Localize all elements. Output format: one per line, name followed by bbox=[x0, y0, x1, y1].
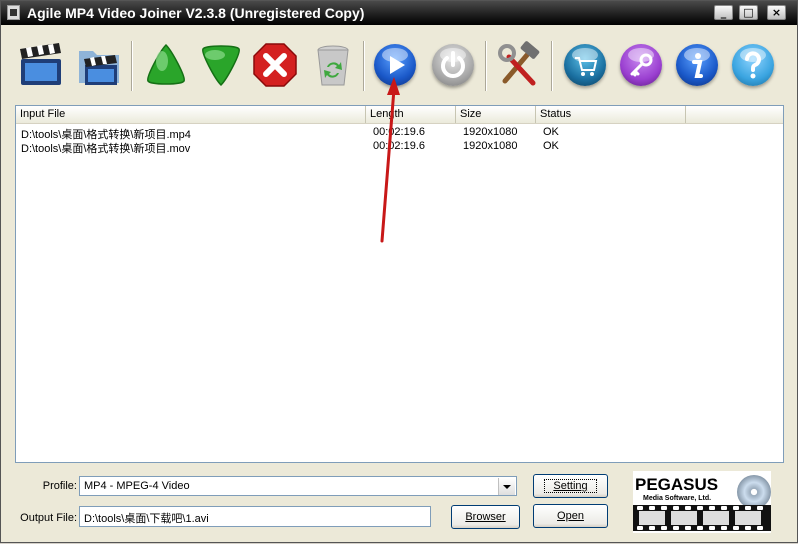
chevron-down-icon[interactable] bbox=[498, 478, 515, 495]
app-window: Agile MP4 Video Joiner V2.3.8 (Unregiste… bbox=[0, 0, 798, 543]
output-file-field[interactable]: D:\tools\桌面\下载吧\1.avi bbox=[79, 506, 431, 527]
setting-button[interactable]: Setting bbox=[533, 474, 608, 498]
disc-icon bbox=[737, 475, 771, 509]
setting-button-label: Setting bbox=[544, 479, 597, 493]
annotation-arrow bbox=[380, 77, 400, 243]
open-button[interactable]: Open bbox=[533, 504, 608, 528]
browser-button[interactable]: Browser bbox=[451, 505, 520, 529]
profile-value: MP4 - MPEG-4 Video bbox=[84, 480, 190, 492]
logo-brand: PEGASUS bbox=[635, 475, 719, 494]
output-file-value: D:\tools\桌面\下载吧\1.avi bbox=[84, 513, 209, 525]
profile-label: Profile: bbox=[42, 480, 77, 492]
open-button-label: Open bbox=[557, 510, 584, 522]
browser-button-label: Browser bbox=[465, 511, 506, 523]
output-file-label: Output File: bbox=[20, 512, 77, 524]
profile-dropdown[interactable]: MP4 - MPEG-4 Video bbox=[79, 476, 517, 496]
pegasus-logo: PEGASUS Media Software, Ltd. bbox=[633, 471, 771, 533]
logo-subtitle: Media Software, Ltd. bbox=[643, 495, 712, 502]
film-strip-icon bbox=[633, 505, 771, 531]
